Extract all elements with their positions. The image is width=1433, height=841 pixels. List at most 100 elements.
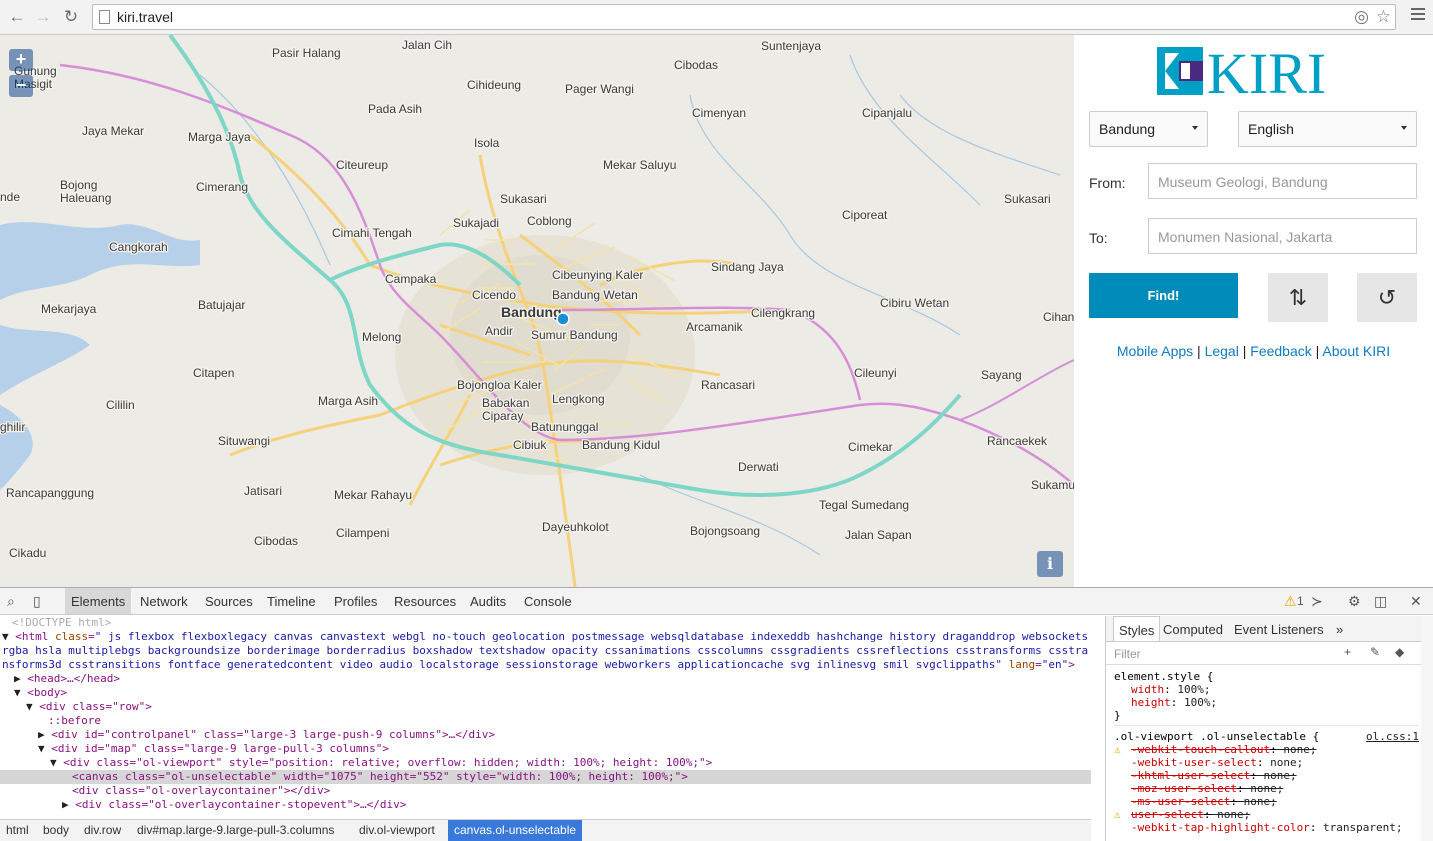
breadcrumb-html[interactable]: html [0, 820, 35, 841]
dom-html-node[interactable]: ▼ <html class=" js flexbox flexboxlegacy… [0, 630, 1091, 672]
language-select[interactable]: English [1238, 111, 1417, 147]
link-legal[interactable]: Legal [1205, 343, 1239, 359]
element-style-selector[interactable]: element.style { [1114, 670, 1419, 683]
tab-profiles[interactable]: Profiles [328, 588, 383, 614]
dom-before-node[interactable]: ::before [0, 714, 1091, 728]
find-button[interactable]: Find! [1089, 273, 1238, 318]
to-input[interactable]: Monumen Nasional, Jakarta [1148, 218, 1417, 254]
dom-doctype[interactable]: <!DOCTYPE html> [0, 616, 1091, 630]
zoom-out-button[interactable]: − [9, 75, 33, 97]
browser-menu-icon[interactable] [1411, 8, 1425, 24]
link-about-kiri[interactable]: About KIRI [1322, 343, 1390, 359]
place-label: ghilir [0, 420, 25, 434]
dom-canvas-node[interactable]: <canvas class="ol-unselectable" width="1… [0, 770, 1091, 784]
back-icon[interactable]: ← [6, 6, 28, 28]
kiri-logo: KIRI [1157, 47, 1326, 97]
warning-icon[interactable]: ⚠ [1284, 592, 1297, 610]
style-prop[interactable]: height: 100%; [1114, 696, 1419, 709]
dom-row-node[interactable]: ▼ <div class="row"> [0, 700, 1091, 714]
forward-icon[interactable]: → [32, 6, 54, 28]
zoom-in-button[interactable]: + [9, 49, 33, 71]
breadcrumb-body[interactable]: body [37, 820, 75, 841]
reload-icon[interactable]: ↻ [60, 6, 82, 28]
logo-text: KIRI [1207, 47, 1326, 97]
breadcrumb-div-map[interactable]: div#map.large-9.large-pull-3.columns [131, 820, 340, 841]
styles-scrollbar[interactable] [1421, 616, 1433, 841]
style-prop[interactable]: -khtml-user-select: none; [1114, 769, 1419, 782]
close-icon[interactable]: ✕ [1410, 592, 1422, 610]
tab-network[interactable]: Network [134, 588, 194, 614]
style-prop[interactable]: -webkit-tap-highlight-color: transparent… [1114, 821, 1419, 834]
reservoir [0, 325, 90, 395]
new-rule-icon[interactable]: + [1344, 646, 1351, 659]
more-tabs-icon[interactable]: » [1331, 616, 1348, 641]
place-label: Cibeunying Kaler [552, 268, 643, 282]
location-marker [556, 312, 570, 326]
location-icon[interactable]: ◎ [1354, 7, 1369, 27]
devtools-toolbar: ⌕ ▯ Elements Network Sources Timeline Pr… [0, 588, 1433, 615]
pin-icon[interactable]: ✎ [1370, 646, 1380, 659]
link-mobile-apps[interactable]: Mobile Apps [1117, 343, 1193, 359]
color-format-icon[interactable]: ◆ [1395, 646, 1404, 659]
place-label: Cibiuk [513, 438, 547, 452]
dom-viewport-node[interactable]: ▼ <div class="ol-viewport" style="positi… [0, 756, 1091, 770]
dom-controlpanel-node[interactable]: ▶ <div id="controlpanel" class="large-3 … [0, 728, 1091, 742]
tab-event-listeners[interactable]: Event Listeners [1229, 616, 1329, 641]
tab-sources[interactable]: Sources [199, 588, 259, 614]
place-label: Pada Asih [368, 102, 422, 116]
dock-icon[interactable]: ◫ [1374, 592, 1387, 610]
dom-overlay-node[interactable]: <div class="ol-overlaycontainer"></div> [0, 784, 1091, 798]
reset-button[interactable]: ↺ [1357, 273, 1417, 322]
dom-head-node[interactable]: ▶ <head>…</head> [0, 672, 1091, 686]
map[interactable]: Pasir Halang Cibodas Suntenjaya Gunung Masig… [0, 35, 1074, 587]
place-label: Ciparay [482, 409, 523, 423]
tab-timeline[interactable]: Timeline [261, 588, 322, 614]
style-prop[interactable]: ⚠ user-select: none; [1114, 808, 1419, 821]
filter-input[interactable]: Filter [1114, 647, 1141, 661]
breadcrumb-canvas[interactable]: canvas.ol-unselectable [448, 820, 583, 841]
dom-body-node[interactable]: ▼ <body> [0, 686, 1091, 700]
styles-filter[interactable]: Filter + ✎ ◆ [1106, 643, 1426, 665]
from-input[interactable]: Museum Geologi, Bandung [1148, 163, 1417, 199]
place-label: Melong [362, 330, 401, 344]
console-drawer-icon[interactable]: ≻ [1311, 592, 1323, 610]
rule-selector-row[interactable]: .ol-viewport .ol-unselectable { ol.css:1 [1114, 730, 1419, 743]
city-select[interactable]: Bandung [1089, 111, 1208, 147]
map-info-button[interactable]: i [1037, 551, 1063, 577]
tab-resources[interactable]: Resources [388, 588, 462, 614]
bookmark-star-icon[interactable]: ☆ [1376, 7, 1391, 27]
style-prop[interactable]: -webkit-user-select: none; [1114, 756, 1419, 769]
dom-map-node[interactable]: ▼ <div id="map" class="large-9 large-pul… [0, 742, 1091, 756]
dom-tree[interactable]: <!DOCTYPE html> ▼ <html class=" js flexb… [0, 616, 1091, 819]
chevron-down-icon [1192, 126, 1198, 130]
style-prop[interactable]: ⚠ -webkit-touch-callout: none; [1114, 743, 1419, 756]
rule-source-link[interactable]: ol.css:1 [1366, 730, 1419, 743]
link-feedback[interactable]: Feedback [1250, 343, 1311, 359]
map-canvas[interactable]: Pasir HalangCibodasSuntenjayaGunungMasig… [0, 35, 1074, 587]
breadcrumb-ol-viewport[interactable]: div.ol-viewport [353, 820, 441, 841]
device-mode-icon[interactable]: ▯ [33, 592, 41, 610]
address-bar[interactable]: kiri.travel ◎ ☆ [92, 4, 1396, 30]
tab-audits[interactable]: Audits [464, 588, 512, 614]
breadcrumb-div-row[interactable]: div.row [78, 820, 127, 841]
style-prop[interactable]: -ms-user-select: none; [1114, 795, 1419, 808]
style-prop[interactable]: width: 100%; [1114, 683, 1419, 696]
tab-styles[interactable]: Styles [1113, 616, 1161, 641]
swap-icon: ⇅ [1288, 285, 1308, 310]
place-label: Citeureup [336, 158, 388, 172]
dom-overlay-stop-node[interactable]: ▶ <div class="ol-overlaycontainer-stopev… [0, 798, 1091, 812]
inspect-search-icon[interactable]: ⌕ [7, 592, 15, 610]
style-prop[interactable]: -moz-user-select: none; [1114, 782, 1419, 795]
browser-toolbar: ← → ↻ kiri.travel ◎ ☆ [0, 0, 1433, 35]
rule-selector[interactable]: .ol-viewport .ol-unselectable { [1114, 730, 1319, 743]
link-separator: | [1238, 343, 1251, 359]
swap-button[interactable]: ⇅ [1268, 273, 1328, 322]
place-label: Bandung [501, 304, 562, 320]
place-label: Cicendo [472, 288, 516, 302]
tab-computed[interactable]: Computed [1158, 616, 1228, 641]
place-label: Cibiru Wetan [880, 296, 949, 310]
place-label: Rancaekek [987, 434, 1048, 448]
tab-console[interactable]: Console [518, 588, 578, 614]
tab-elements[interactable]: Elements [65, 588, 132, 614]
gear-icon[interactable]: ⚙ [1348, 592, 1361, 610]
